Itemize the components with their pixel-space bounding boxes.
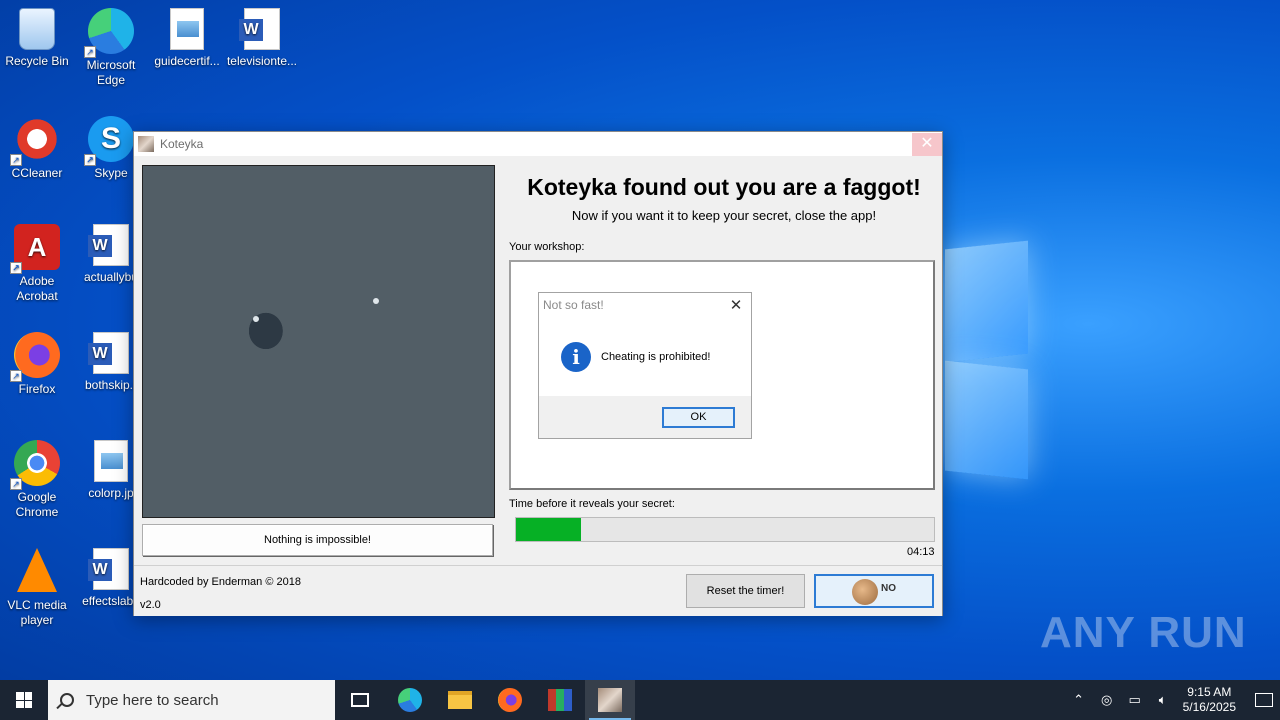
desktop-icon-label: Adobe Acrobat (16, 274, 58, 303)
system-tray: ⌃ ◎ ▭ 🔈︎ 9:15 AM 5/16/2025 (1065, 680, 1280, 720)
edge-icon: ↗ (84, 8, 134, 58)
skype-icon: S ↗ (84, 116, 134, 166)
taskbar-winrar[interactable] (535, 680, 585, 720)
desktop-icon-ccleaner[interactable]: ↗ CCleaner (0, 116, 74, 181)
edge-icon (398, 688, 422, 712)
nope-text: NO (881, 583, 896, 594)
word-document-icon (239, 8, 280, 50)
main-heading: Koteyka found out you are a faggot! (527, 174, 921, 200)
volume-icon[interactable]: 🔈︎ (1155, 692, 1171, 708)
taskbar-firefox[interactable] (485, 680, 535, 720)
cat-app-icon (138, 136, 154, 152)
taskbar-edge[interactable] (385, 680, 435, 720)
desktop-icon-acrobat[interactable]: A ↗ Adobe Acrobat (0, 224, 74, 304)
info-icon: i (561, 341, 591, 372)
image-file-icon (170, 8, 204, 50)
desktop-icon-chrome[interactable]: ↗ Google Chrome (0, 440, 74, 520)
chevron-up-icon[interactable]: ⌃ (1071, 692, 1087, 708)
acrobat-icon: A ↗ (10, 224, 60, 274)
notification-center-button[interactable] (1248, 680, 1280, 720)
search-placeholder: Type here to search (86, 691, 219, 709)
window-titlebar[interactable]: Koteyka ✕ (134, 132, 942, 156)
version-text: v2.0 (140, 599, 161, 611)
windows-start-icon (16, 692, 32, 708)
ccleaner-icon: ↗ (10, 116, 60, 166)
desktop-icon-recycle-bin[interactable]: Recycle Bin (0, 8, 74, 69)
ok-button[interactable]: OK (662, 407, 735, 428)
timer-label: Time before it reveals your secret: (509, 498, 675, 510)
taskbar-file-explorer[interactable] (435, 680, 485, 720)
workshop-panel: Not so fast! ✕ i Cheating is prohibited!… (509, 260, 935, 490)
desktop-icon-edge[interactable]: ↗ Microsoft Edge (74, 8, 148, 88)
search-icon (60, 693, 74, 707)
windows-wallpaper-logo (940, 240, 1030, 480)
chrome-icon: ↗ (10, 440, 60, 490)
window-title: Koteyka (160, 137, 204, 151)
timer-progress-bar (515, 517, 935, 542)
taskbar-koteyka[interactable] (585, 680, 635, 720)
firefox-icon (498, 688, 522, 712)
taskbar-search[interactable]: Type here to search (48, 680, 335, 720)
clock-date: 5/16/2025 (1182, 700, 1236, 714)
koteyka-window: Koteyka ✕ Nothing is impossible! Koteyka… (133, 131, 943, 616)
clock-time: 9:15 AM (1187, 685, 1232, 699)
network-icon[interactable]: ▭ (1127, 692, 1143, 708)
timer-value: 04:13 (907, 546, 935, 558)
desktop-icon-label: CCleaner (11, 166, 63, 180)
not-so-fast-dialog: Not so fast! ✕ i Cheating is prohibited!… (538, 292, 752, 439)
desktop-icon-label: Firefox (18, 382, 56, 396)
desktop-icon-label: VLC media player (7, 598, 67, 627)
face-icon (852, 579, 878, 605)
word-document-icon (88, 548, 129, 590)
taskbar: Type here to search ⌃ ◎ ▭ 🔈︎ 9:15 AM 5/1… (0, 680, 1280, 720)
word-document-icon (88, 332, 129, 374)
desktop-icon-firefox[interactable]: ↗ Firefox (0, 332, 74, 397)
nope-image-button[interactable]: NO (814, 574, 934, 608)
winrar-icon (548, 689, 572, 711)
sub-heading: Now if you want it to keep your secret, … (571, 208, 877, 223)
folder-icon (448, 691, 472, 709)
notification-icon (1255, 693, 1273, 707)
workshop-label: Your workshop: (509, 241, 585, 253)
desktop-icon-label: Microsoft Edge (86, 58, 136, 87)
desktop-icon-vlc[interactable]: VLC media player (0, 548, 74, 628)
desktop-icon-label: Google Chrome (15, 490, 59, 519)
reset-timer-button[interactable]: Reset the timer! (686, 574, 805, 608)
cat-photo (142, 165, 495, 518)
desktop-icon-label: Recycle Bin (5, 54, 69, 68)
vlc-icon (14, 548, 60, 594)
window-footer: Hardcoded by Enderman © 2018 v2.0 Reset … (134, 565, 942, 616)
firefox-icon: ↗ (10, 332, 60, 382)
close-icon[interactable]: ✕ (721, 296, 751, 314)
dialog-title: Not so fast! (543, 298, 604, 312)
word-document-icon (88, 224, 129, 266)
taskbar-clock[interactable]: 9:15 AM 5/16/2025 (1183, 685, 1236, 715)
image-file-icon (94, 440, 128, 482)
nothing-is-impossible-button[interactable]: Nothing is impossible! (142, 524, 493, 556)
close-icon[interactable]: ✕ (912, 132, 942, 156)
recycle-bin-icon (19, 8, 55, 50)
desktop-icon-guidecertif[interactable]: guidecertif... (150, 8, 224, 69)
desktop-icon-label: guidecertif... (154, 54, 220, 68)
start-button[interactable] (0, 680, 48, 720)
task-view-icon (351, 693, 369, 707)
task-view-button[interactable] (335, 680, 385, 720)
dialog-titlebar[interactable]: Not so fast! ✕ (539, 293, 751, 317)
dialog-message: Cheating is prohibited! (601, 350, 711, 363)
desktop-icon-televisionte[interactable]: televisionte... (225, 8, 299, 69)
timer-progress-fill (516, 518, 581, 541)
desktop-icon-label: televisionte... (226, 54, 298, 68)
anyrun-watermark: ANY RUN (1040, 608, 1247, 657)
meet-now-icon[interactable]: ◎ (1099, 692, 1115, 708)
cat-app-icon (598, 688, 622, 712)
credit-text: Hardcoded by Enderman © 2018 (140, 576, 301, 588)
